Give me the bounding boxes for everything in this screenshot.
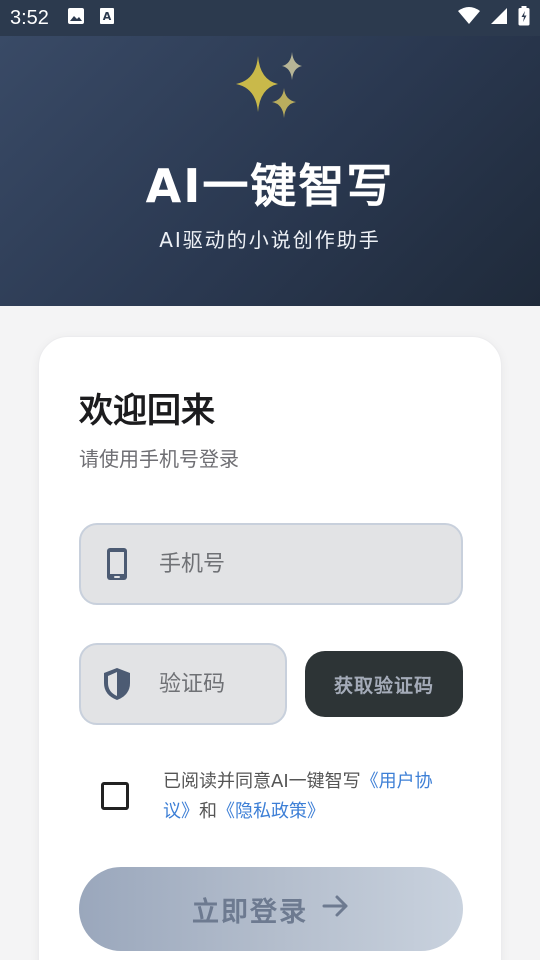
phone-field[interactable] [79,523,463,605]
agreement-and: 和 [199,801,217,822]
app-title: AI一键智写 [145,159,395,213]
welcome-title: 欢迎回来 [79,391,215,431]
signal-icon [490,7,508,29]
status-time: 3:52 [10,6,49,29]
login-button-label: 立即登录 [192,896,308,928]
login-card: 欢迎回来 请使用手机号登录 获取验证码 已阅读并同意AI一键智写《用户协议》和《… [38,336,502,960]
login-button[interactable]: 立即登录 [79,867,463,951]
status-bar: 3:52 A [0,0,540,36]
agreement-checkbox[interactable] [101,782,129,810]
shield-icon [103,666,131,702]
battery-icon [518,6,530,30]
get-code-button[interactable]: 获取验证码 [305,651,463,717]
a-icon: A [99,7,115,29]
login-hint: 请使用手机号登录 [79,447,239,471]
code-field[interactable] [79,643,287,725]
agreement-prefix: 已阅读并同意AI一键智写 [163,771,361,792]
agreement-text: 已阅读并同意AI一键智写《用户协议》和《隐私政策》 [163,767,453,827]
wifi-icon [458,7,480,29]
svg-text:A: A [103,10,112,23]
arrow-right-icon [322,894,350,925]
image-icon [67,7,85,29]
app-subtitle: AI驱动的小说创作助手 [159,228,381,252]
phone-icon [103,546,131,582]
code-input[interactable] [159,671,269,697]
sparkle-icon [230,48,310,128]
app-header: AI一键智写 AI驱动的小说创作助手 [0,36,540,306]
phone-input[interactable] [159,551,379,577]
privacy-policy-link[interactable]: 《隐私政策》 [217,801,325,822]
